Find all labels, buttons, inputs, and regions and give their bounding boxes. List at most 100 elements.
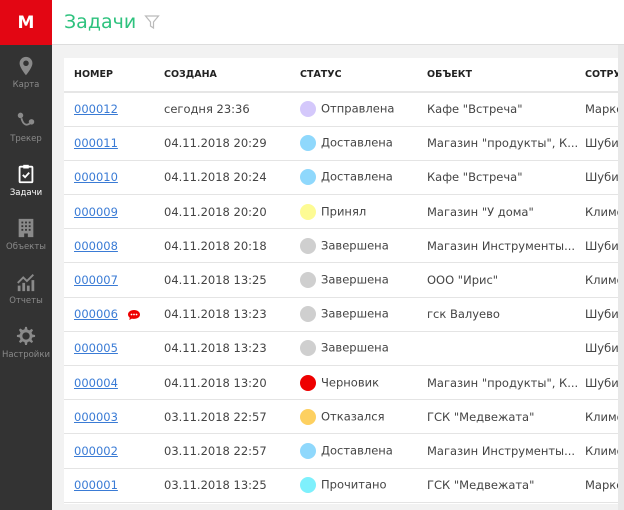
tasks-table: НОМЕР СОЗДАНА СТАТУС ОБЪЕКТ СОТРУ 000012 сег…: [64, 58, 620, 504]
status-label: Доставлена: [321, 443, 393, 458]
table-row[interactable]: 000010 04.11.2018 20:24 Доставлена Кафе …: [64, 160, 620, 196]
sidebar-item-gear[interactable]: Настройки: [0, 315, 52, 369]
logo[interactable]: M: [0, 0, 52, 45]
object-cell: [427, 331, 585, 367]
employee-cell: Шубин: [585, 331, 620, 367]
status-label: Завершена: [321, 306, 389, 321]
scrollbar[interactable]: [618, 45, 624, 510]
map-pin-icon: [19, 56, 33, 75]
employee-cell: Климо: [585, 433, 620, 469]
sidebar-item-building[interactable]: Объекты: [0, 207, 52, 261]
object-cell: Кафе "Встреча": [427, 160, 585, 196]
status-dot: [300, 374, 316, 391]
created-cell: 04.11.2018 13:25: [164, 262, 300, 298]
sidebar-item-label: Настройки: [1, 349, 50, 360]
column-header[interactable]: ОБЪЕКТ: [427, 58, 585, 93]
task-number-link[interactable]: 000012: [74, 102, 118, 116]
table-row[interactable]: 000002 03.11.2018 22:57 Доставлена Магаз…: [64, 433, 620, 469]
status-dot: [300, 477, 316, 494]
sidebar-item-label: Карта: [12, 79, 40, 90]
sidebar-item-chart[interactable]: Отчеты: [0, 261, 52, 315]
status-label: Завершена: [321, 238, 389, 253]
route-icon: [17, 112, 35, 126]
employee-cell: Марко: [585, 468, 620, 503]
object-cell: Магазин Инструменты...: [427, 433, 585, 469]
sidebar-item-route[interactable]: Трекер: [0, 99, 52, 153]
task-number-link[interactable]: 000001: [74, 478, 118, 492]
object-cell: Магазин "продукты", К...: [427, 365, 585, 401]
created-cell: 04.11.2018 13:20: [164, 365, 300, 401]
table-row[interactable]: 000003 03.11.2018 22:57 Отказался ГСК "М…: [64, 399, 620, 435]
employee-cell: Шубин: [585, 228, 620, 264]
employee-cell: Шубин: [585, 297, 620, 332]
task-number-link[interactable]: 000010: [74, 170, 118, 184]
sidebar-item-map-pin[interactable]: Карта: [0, 45, 52, 99]
table-row[interactable]: 000007 04.11.2018 13:25 Завершена ООО "И…: [64, 262, 620, 298]
task-number-link[interactable]: 000003: [74, 410, 118, 424]
building-icon: [18, 218, 34, 237]
created-cell: 04.11.2018 20:24: [164, 160, 300, 196]
column-header[interactable]: НОМЕР: [64, 58, 164, 93]
task-number-link[interactable]: 000006: [74, 307, 118, 321]
table-row[interactable]: 000001 03.11.2018 13:25 Прочитано ГСК "М…: [64, 468, 620, 503]
status-label: Завершена: [321, 340, 389, 355]
status-label: Доставлена: [321, 135, 393, 150]
created-cell: сегодня 23:36: [164, 92, 300, 127]
status-label: Завершена: [321, 272, 389, 287]
sidebar-item-label: Отчеты: [9, 295, 43, 306]
task-number-link[interactable]: 000009: [74, 205, 118, 219]
filter-icon[interactable]: [144, 14, 160, 30]
status-label: Отказался: [321, 409, 385, 424]
status-dot: [300, 101, 316, 118]
column-header[interactable]: СТАТУС: [300, 58, 427, 93]
sidebar-item-label: Трекер: [10, 133, 42, 144]
employee-cell: Марко: [585, 92, 620, 127]
sidebar-item-label: Задачи: [9, 187, 43, 198]
clipboard-check-icon: [18, 164, 34, 183]
object-cell: ГСК "Медвежата": [427, 468, 585, 503]
created-cell: 03.11.2018 22:57: [164, 433, 300, 469]
task-number-link[interactable]: 000005: [74, 341, 118, 355]
table-row[interactable]: 000009 04.11.2018 20:20 Принял Магазин "…: [64, 194, 620, 230]
task-number-link[interactable]: 000002: [74, 444, 118, 458]
table-row[interactable]: 000004 04.11.2018 13:20 Черновик Магазин…: [64, 365, 620, 401]
created-cell: 04.11.2018 20:20: [164, 194, 300, 230]
object-cell: Магазин "У дома": [427, 194, 585, 230]
sidebar-item-clipboard-check[interactable]: Задачи: [0, 153, 52, 207]
table-row[interactable]: 000012 сегодня 23:36 Отправлена Кафе "Вс…: [64, 92, 620, 127]
status-dot: [300, 169, 316, 186]
table-row[interactable]: 000005 04.11.2018 13:23 Завершена Шубин: [64, 331, 620, 367]
page-title: Задачи: [64, 11, 137, 33]
gear-icon: [16, 326, 36, 345]
table-row[interactable]: 000008 04.11.2018 20:18 Завершена Магази…: [64, 228, 620, 264]
created-cell: 03.11.2018 22:57: [164, 399, 300, 435]
status-label: Прочитано: [321, 477, 387, 492]
task-number-link[interactable]: 000004: [74, 376, 118, 390]
status-dot: [300, 135, 316, 152]
object-cell: гск Валуево: [427, 297, 585, 332]
employee-cell: Климо: [585, 399, 620, 435]
message-icon[interactable]: [127, 309, 141, 321]
employee-cell: Шубин: [585, 160, 620, 196]
status-dot: [300, 442, 316, 459]
object-cell: Кафе "Встреча": [427, 92, 585, 127]
status-dot: [300, 237, 316, 254]
chart-icon: [17, 273, 35, 291]
status-dot: [300, 340, 316, 357]
task-number-link[interactable]: 000008: [74, 239, 118, 253]
status-label: Отправлена: [321, 101, 395, 116]
column-header[interactable]: СОЗДАНА: [164, 58, 300, 93]
task-number-link[interactable]: 000011: [74, 136, 118, 150]
status-label: Черновик: [321, 375, 380, 390]
created-cell: 04.11.2018 20:29: [164, 126, 300, 161]
column-header[interactable]: СОТРУ: [585, 58, 620, 93]
employee-cell: Климо: [585, 194, 620, 230]
table-row[interactable]: 000011 04.11.2018 20:29 Доставлена Магаз…: [64, 126, 620, 161]
sidebar-item-label: Объекты: [6, 241, 46, 252]
table-row[interactable]: 000006 04.11.2018 13:23 Завершена гск Ва…: [64, 297, 620, 332]
employee-cell: Климо: [585, 262, 620, 298]
employee-cell: Шубин: [585, 365, 620, 401]
task-number-link[interactable]: 000007: [74, 273, 118, 287]
status-label: Принял: [321, 204, 367, 219]
status-dot: [300, 306, 316, 323]
